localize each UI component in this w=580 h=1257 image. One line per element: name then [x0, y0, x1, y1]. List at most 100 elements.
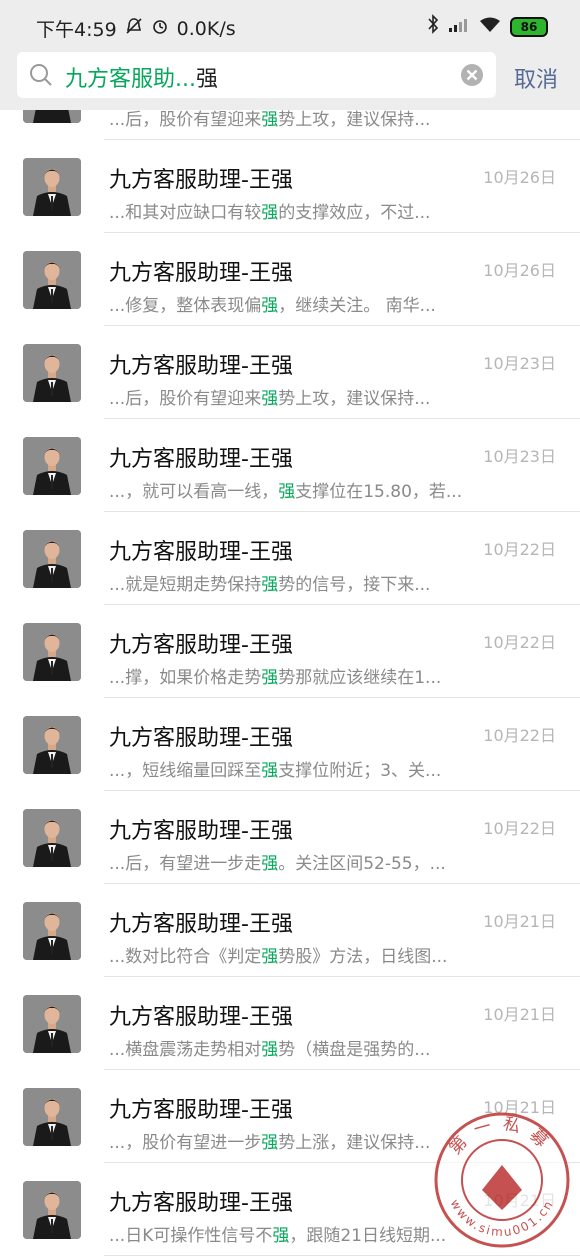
alarm-icon: [151, 17, 169, 40]
contact-name: 九方客服助理-王强: [109, 168, 293, 193]
contact-name: 九方客服助理-王强: [109, 1005, 293, 1030]
avatar: [23, 716, 81, 774]
avatar-image: [23, 623, 81, 681]
snippet-pre: ...横盘震荡走势相对: [109, 1040, 262, 1060]
search-input[interactable]: 九方客服助...强: [17, 52, 496, 98]
snippet-post: 势（横盘是强势的...: [278, 1040, 431, 1060]
message-date: 10月23日: [483, 447, 556, 466]
avatar-image: [23, 158, 81, 216]
avatar: [23, 623, 81, 681]
snippet-post: 支撑位在15.80，若...: [295, 482, 463, 502]
message-date: 10月22日: [483, 726, 556, 745]
message-snippet: ...，股价有望进一步强势上涨，建议保持...: [109, 1128, 499, 1153]
message-snippet: ...修复，整体表现偏强，继续关注。 南华...: [109, 291, 499, 316]
contact-name: 九方客服助理-王强: [109, 261, 293, 286]
snippet-post: 势的信号，接下来...: [278, 575, 431, 595]
snippet-pre: ...，股价有望进一步: [109, 1133, 262, 1153]
list-item[interactable]: 九方客服助理-王强 10月21日 ...，股价有望进一步强势上涨，建议保持...: [0, 1070, 580, 1163]
snippet-pre: ...，短线缩量回踩至: [109, 761, 262, 781]
search-query[interactable]: 九方客服助...强: [65, 61, 218, 93]
snippet-highlight: 强: [261, 668, 279, 688]
contact-name: 九方客服助理-王强: [109, 1098, 293, 1123]
contact-name: 九方客服助理-王强: [109, 726, 293, 751]
message-snippet: ...日K可操作性信号不强，跟随21日线短期...: [109, 1221, 499, 1246]
list-item[interactable]: 九方客服助理-王强 10月23日 ...，就可以看高一线，强支撑位在15.80，若.…: [0, 419, 580, 512]
message-date: 10月21日: [483, 1098, 556, 1117]
list-item[interactable]: 九方客服助理-王强 10月22日 ...后，有望进一步走强。关注区间52-55，..…: [0, 791, 580, 884]
list-item[interactable]: 九方客服助理-王强 10月22日 ...就是短期走势保持强势的信号，接下来...: [0, 512, 580, 605]
cancel-button[interactable]: 取消: [514, 62, 558, 94]
list-item[interactable]: 九方客服助理-王强 10月22日 ...撑，如果价格走势强势那就应该继续在1...: [0, 605, 580, 698]
snippet-post: 的支撑效应，不过...: [278, 203, 431, 223]
avatar-image: [23, 530, 81, 588]
snippet-highlight: 强: [272, 1226, 290, 1246]
list-item[interactable]: 九方客服助理-王强 10月21日 ...横盘震荡走势相对强势（横盘是强势的...: [0, 977, 580, 1070]
list-item[interactable]: 九方客服助理-王强 10月22日 ...，短线缩量回踩至强支撑位附近；3、关...: [0, 698, 580, 791]
snippet-post: ，继续关注。 南华...: [278, 296, 436, 316]
snippet-pre: ...，就可以看高一线，: [109, 482, 279, 502]
list-item[interactable]: 九方客服助理-王强 10月21日 ...日K可操作性信号不强，跟随21日线短期...: [0, 1163, 580, 1256]
snippet-highlight: 强: [261, 203, 279, 223]
message-snippet: ...，就可以看高一线，强支撑位在15.80，若...: [109, 477, 499, 502]
avatar: [23, 809, 81, 867]
avatar-image: [23, 1181, 81, 1239]
avatar: [23, 437, 81, 495]
message-snippet: ...数对比符合《判定强势股》方法，日线图...: [109, 942, 499, 967]
avatar-image: [23, 344, 81, 402]
snippet-post: 势上涨，建议保持...: [278, 1133, 431, 1153]
snippet-pre: ...修复，整体表现偏: [109, 296, 262, 316]
snippet-post: 势那就应该继续在1...: [278, 668, 442, 688]
message-date: 10月22日: [483, 633, 556, 652]
bluetooth-icon: [427, 14, 439, 39]
contact-name: 九方客服助理-王强: [109, 633, 293, 658]
avatar: [23, 251, 81, 309]
contact-name: 九方客服助理-王强: [109, 540, 293, 565]
snippet-highlight: 强: [261, 761, 279, 781]
avatar-image: [23, 902, 81, 960]
avatar-image: [23, 716, 81, 774]
snippet-highlight: 强: [261, 575, 279, 595]
snippet-highlight: 强: [261, 1040, 279, 1060]
message-date: 10月26日: [483, 168, 556, 187]
message-date: 10月22日: [483, 819, 556, 838]
snippet-pre: ...数对比符合《判定: [109, 947, 262, 967]
list-item[interactable]: 九方客服助理-王强 10月26日 ...修复，整体表现偏强，继续关注。 南华...: [0, 233, 580, 326]
avatar: [23, 902, 81, 960]
message-snippet: ...后，有望进一步走强。关注区间52-55，...: [109, 849, 499, 874]
avatar-image: [23, 1088, 81, 1146]
snippet-highlight: 强: [278, 482, 296, 502]
contact-name: 九方客服助理-王强: [109, 447, 293, 472]
snippet-post: 支撑位附近；3、关...: [278, 761, 442, 781]
snippet-post: 势上攻，建议保持...: [278, 389, 431, 409]
battery-icon: 86: [510, 16, 548, 37]
message-snippet: ...后，股价有望迎来强势上攻，建议保持...: [109, 384, 499, 409]
message-snippet: ...撑，如果价格走势强势那就应该继续在1...: [109, 663, 499, 688]
list-item[interactable]: 九方客服助理-王强 10月26日 ...和其对应缺口有较强的支撑效应，不过...: [0, 140, 580, 233]
snippet-pre: ...就是短期走势保持: [109, 575, 262, 595]
list-item[interactable]: 九方客服助理-王强 10月21日 ...数对比符合《判定强势股》方法，日线图...: [0, 884, 580, 977]
snippet-highlight: 强: [261, 296, 279, 316]
message-snippet: ...，短线缩量回踩至强支撑位附近；3、关...: [109, 756, 499, 781]
snippet-post: 势上攻，建议保持...: [278, 110, 431, 130]
mute-icon: [125, 17, 143, 40]
clear-icon[interactable]: [460, 63, 484, 91]
avatar-image: [23, 251, 81, 309]
snippet-highlight: 强: [261, 1133, 279, 1153]
contact-name: 九方客服助理-王强: [109, 819, 293, 844]
snippet-highlight: 强: [261, 389, 279, 409]
snippet-highlight: 强: [261, 110, 279, 130]
snippet-post: 。关注区间52-55，...: [278, 854, 446, 874]
avatar: [23, 344, 81, 402]
list-item[interactable]: 九方客服助理-王强 10月23日 ...后，股价有望迎来强势上攻，建议保持...: [0, 326, 580, 419]
snippet-highlight: 强: [261, 854, 279, 874]
search-icon: [29, 63, 53, 91]
message-snippet: ...横盘震荡走势相对强势（横盘是强势的...: [109, 1035, 499, 1060]
message-date: 10月23日: [483, 354, 556, 373]
snippet-pre: ...后，股价有望迎来: [109, 389, 262, 409]
avatar: [23, 1181, 81, 1239]
avatar: [23, 530, 81, 588]
snippet-pre: ...日K可操作性信号不: [109, 1226, 273, 1246]
contact-name: 九方客服助理-王强: [109, 354, 293, 379]
search-query-rest: 强: [195, 67, 218, 92]
message-snippet: ...和其对应缺口有较强的支撑效应，不过...: [109, 198, 499, 223]
